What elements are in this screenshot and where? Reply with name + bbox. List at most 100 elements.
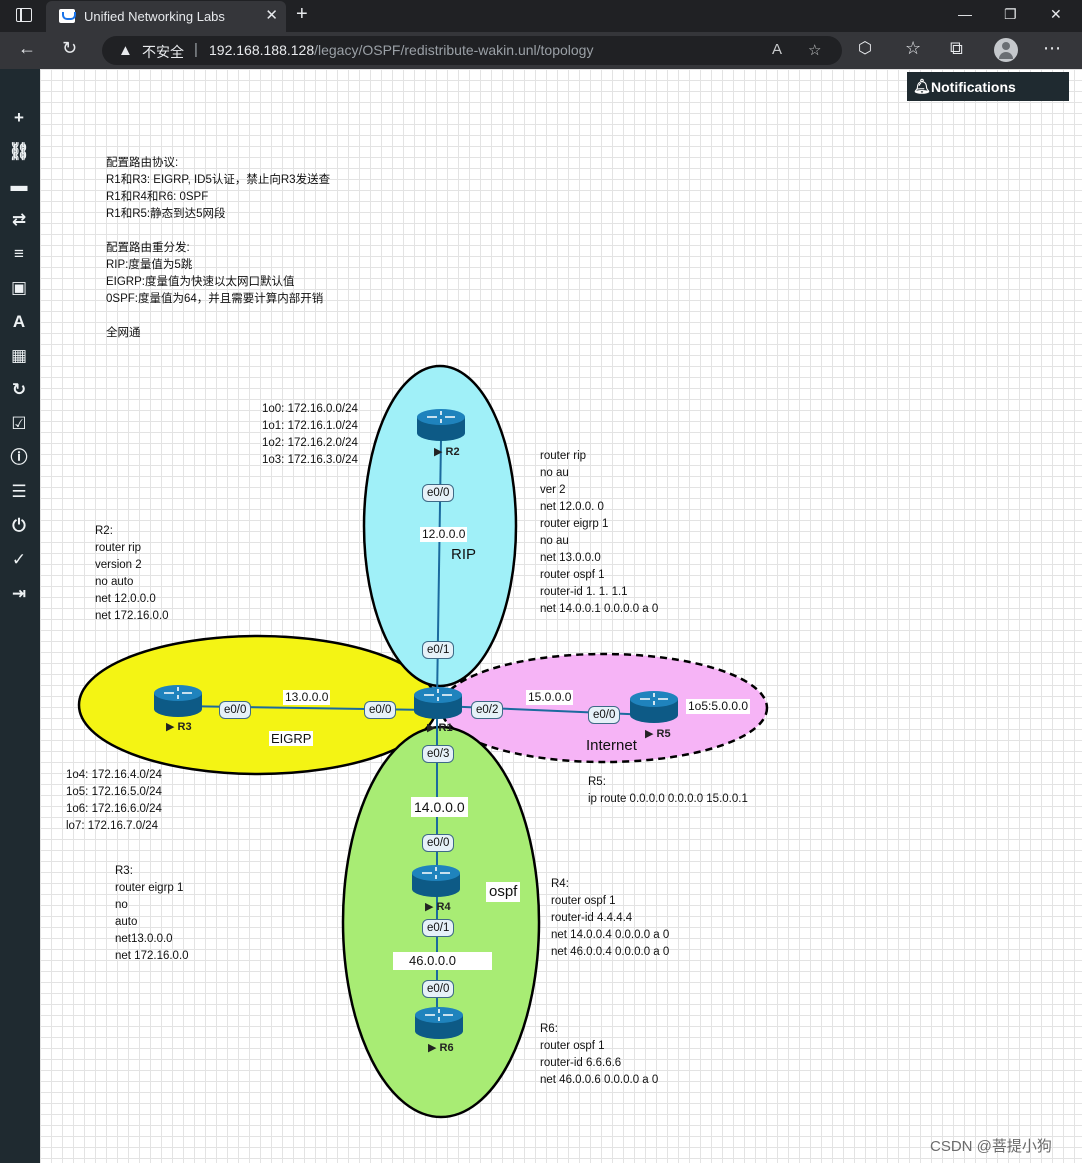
text-line — [106, 223, 330, 240]
text-line: 1o0: 172.16.0.0/24 — [262, 403, 358, 415]
text-line: version 2 — [95, 559, 142, 571]
text-line: router ospf 1 — [551, 895, 616, 907]
text-line: R1和R5:静态到达5网段 — [106, 208, 226, 220]
text-line: 1o2: 172.16.2.0/24 — [262, 437, 358, 449]
network-12-label[interactable]: 12.0.0.0 — [420, 527, 468, 542]
text-line: ip route 0.0.0.0 0.0.0.0 15.0.0.1 — [588, 793, 748, 805]
text-line: net 14.0.0.4 0.0.0.0 a 0 — [551, 929, 670, 941]
text-line: ver 2 — [540, 484, 566, 496]
r2-name: R2 — [445, 446, 460, 458]
text-line: net 13.0.0.0 — [540, 552, 601, 564]
text-line: net13.0.0.0 — [115, 933, 173, 945]
r3-name: R3 — [177, 721, 192, 733]
text-line: router ospf 1 — [540, 1040, 605, 1052]
r5-name: R5 — [656, 728, 671, 740]
text-line: 全网通 — [106, 327, 141, 339]
router-r6-icon[interactable] — [413, 1006, 465, 1040]
r1-name: R1 — [438, 722, 453, 734]
csdn-watermark: CSDN @菩提小狗 — [930, 1138, 1052, 1155]
text-line: RIP:度量值为5跳 — [106, 259, 193, 271]
router-r2-icon[interactable] — [415, 408, 467, 442]
text-line: R1和R3: EIGRP, ID5认证，禁止向R3发送查 — [106, 174, 331, 186]
text-line: 1o5: 172.16.5.0/24 — [66, 786, 162, 798]
router-r5-icon[interactable] — [628, 690, 680, 724]
ospf-zone-label: ospf — [486, 882, 521, 902]
text-line: EIGRP:度量值为快速以太网口默认值 — [106, 276, 295, 288]
text-line: 1o4: 172.16.4.0/24 — [66, 769, 162, 781]
router-r6-label: ▶ R6 — [428, 1042, 454, 1054]
r1-config-text: router rip no au ver 2 net 12.0.0. 0 router … — [540, 448, 658, 618]
text-line: router ospf 1 — [540, 569, 605, 581]
text-line: router-id 1. 1. 1.1 — [540, 586, 628, 598]
network-13-label[interactable]: 13.0.0.0 — [283, 690, 331, 705]
internet-zone-label: Internet — [586, 737, 637, 754]
text-line: net 172.16.0.0 — [95, 610, 169, 622]
text-line: no — [115, 899, 128, 911]
text-line: router-id 4.4.4.4 — [551, 912, 633, 924]
text-line: router-id 6.6.6.6 — [540, 1057, 622, 1069]
router-r4-label: ▶ R4 — [425, 901, 451, 913]
text-line: net 12.0.0.0 — [95, 593, 156, 605]
r2-config-text: R2: router rip version 2 no auto net 12.0.0.… — [95, 523, 169, 625]
network-14-label[interactable]: 14.0.0.0 — [411, 797, 468, 817]
port-r1-e02[interactable]: e0/2 — [471, 701, 504, 719]
port-r6-e00[interactable]: e0/0 — [422, 980, 455, 998]
router-r4-icon[interactable] — [410, 864, 462, 898]
port-r3-e00[interactable]: e0/0 — [219, 701, 252, 719]
network-15-label[interactable]: 15.0.0.0 — [526, 690, 574, 705]
text-line: net 12.0.0. 0 — [540, 501, 604, 513]
text-line: R1和R4和R6: 0SPF — [106, 191, 209, 203]
r2-loopbacks-text: 1o0: 172.16.0.0/24 1o1: 172.16.1.0/24 1o2:… — [262, 401, 358, 469]
text-line: R4: — [551, 878, 569, 890]
text-line: router rip — [540, 450, 587, 462]
text-line: no au — [540, 535, 569, 547]
text-line: 1o6: 172.16.6.0/24 — [66, 803, 162, 815]
text-line: net 46.0.0.4 0.0.0.0 a 0 — [551, 946, 670, 958]
router-r1-icon[interactable] — [412, 686, 464, 720]
text-line: net 14.0.0.1 0.0.0.0 a 0 — [540, 603, 659, 615]
r5-loopback-label[interactable]: 1o5:5.0.0.0 — [686, 699, 751, 714]
port-r1-e03[interactable]: e0/3 — [422, 745, 455, 763]
text-line: no au — [540, 467, 569, 479]
rip-zone-label: RIP — [451, 546, 477, 563]
router-r3-icon[interactable] — [152, 684, 204, 718]
text-line: R5: — [588, 776, 606, 788]
router-r5-label: ▶ R5 — [645, 728, 671, 740]
router-r2-label: ▶ R2 — [434, 446, 460, 458]
text-line: 配置路由协议: — [106, 157, 179, 169]
r3-config-text: R3: router eigrp 1 no auto net13.0.0.0 net 17… — [115, 863, 189, 965]
text-line: 配置路由重分发: — [106, 242, 190, 254]
text-line: 1o3: 172.16.3.0/24 — [262, 454, 358, 466]
r4-config-text: R4: router ospf 1 router-id 4.4.4.4 net 14.… — [551, 876, 669, 961]
text-line: router eigrp 1 — [540, 518, 609, 530]
port-r4-e00[interactable]: e0/0 — [422, 834, 455, 852]
text-line: no auto — [95, 576, 134, 588]
network-46-label[interactable]: 46.0.0.0 — [393, 952, 492, 970]
r3-loopbacks-text: 1o4: 172.16.4.0/24 1o5: 172.16.5.0/24 1o6:… — [66, 767, 162, 835]
text-line: net 46.0.0.6 0.0.0.0 a 0 — [540, 1074, 659, 1086]
text-line: auto — [115, 916, 138, 928]
port-r5-e00[interactable]: e0/0 — [588, 706, 621, 724]
r6-name: R6 — [439, 1042, 454, 1054]
text-line: router rip — [95, 542, 142, 554]
text-line: 1o1: 172.16.1.0/24 — [262, 420, 358, 432]
instructions-text: 配置路由协议: R1和R3: EIGRP, ID5认证，禁止向R3发送查 R1和R4… — [106, 155, 330, 342]
port-r1-e01[interactable]: e0/1 — [422, 641, 455, 659]
text-line — [106, 308, 330, 325]
router-r3-label: ▶ R3 — [166, 721, 192, 733]
text-line: R2: — [95, 525, 113, 537]
port-r1-e00[interactable]: e0/0 — [364, 701, 397, 719]
router-r1-label: ▶ R1 — [427, 722, 453, 734]
port-r2-e00[interactable]: e0/0 — [422, 484, 455, 502]
text-line: router eigrp 1 — [115, 882, 184, 894]
eigrp-zone-label: EIGRP — [269, 731, 314, 746]
text-line: R6: — [540, 1023, 558, 1035]
text-line: lo7: 172.16.7.0/24 — [66, 820, 159, 832]
text-line: 0SPF:度量值为64，并且需要计算内部开销 — [106, 293, 324, 305]
r5-config-text: R5: ip route 0.0.0.0 0.0.0.0 15.0.0.1 — [588, 774, 748, 808]
r6-config-text: R6: router ospf 1 router-id 6.6.6.6 net 46.… — [540, 1021, 658, 1089]
text-line: net 172.16.0.0 — [115, 950, 189, 962]
r4-name: R4 — [436, 901, 451, 913]
port-r4-e01[interactable]: e0/1 — [422, 919, 455, 937]
text-line: R3: — [115, 865, 133, 877]
